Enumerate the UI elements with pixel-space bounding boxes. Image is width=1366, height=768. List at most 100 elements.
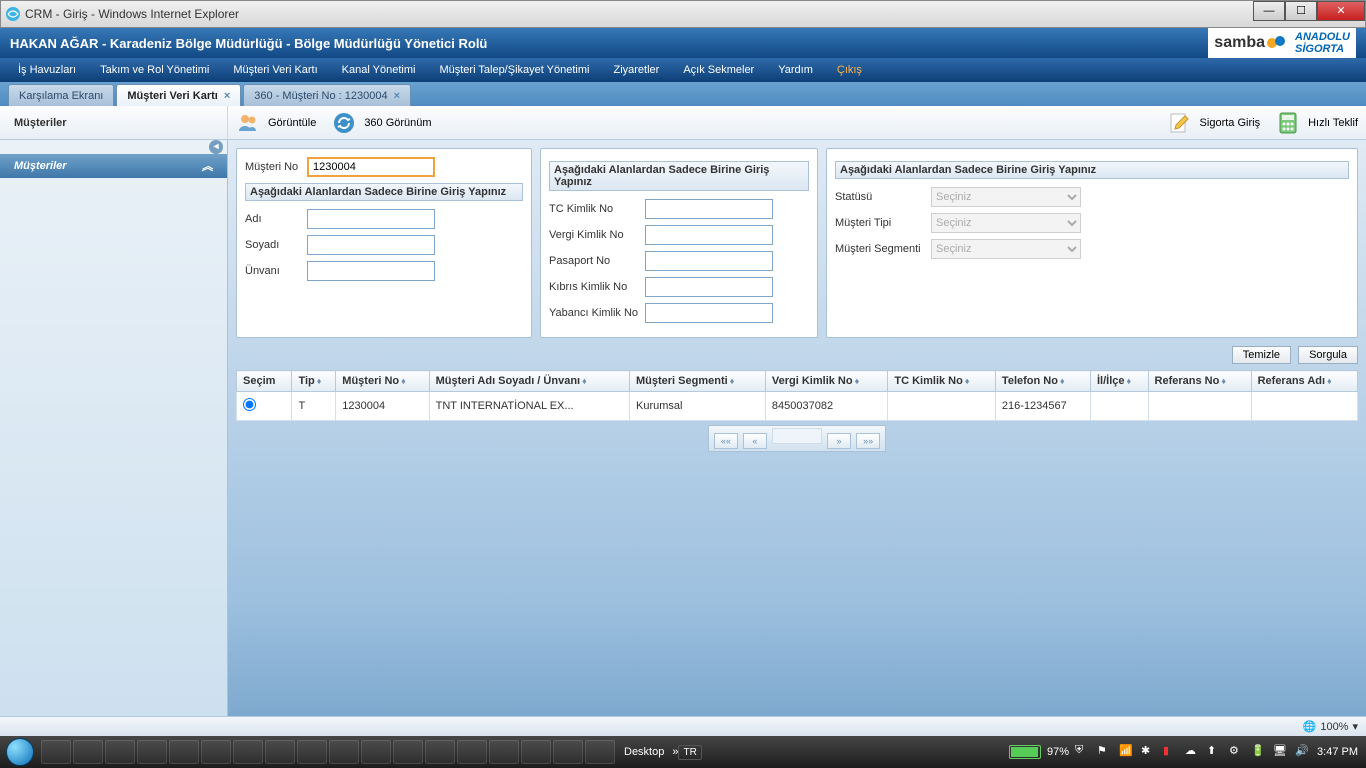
start-button[interactable] — [0, 736, 40, 768]
pager-next[interactable]: » — [827, 433, 851, 449]
task-icon[interactable] — [137, 740, 167, 764]
task-icon[interactable] — [425, 740, 455, 764]
clock[interactable]: 3:47 PM — [1317, 746, 1358, 758]
th-tip[interactable]: Tip♦ — [292, 371, 336, 392]
task-icon[interactable] — [521, 740, 551, 764]
th-ref-no[interactable]: Referans No♦ — [1148, 371, 1251, 392]
tab-musteri-veri-karti[interactable]: Müşteri Veri Kartı× — [116, 84, 241, 106]
vergi-input[interactable] — [645, 225, 773, 245]
tab-close-icon[interactable]: × — [394, 90, 400, 102]
task-icon[interactable] — [265, 740, 295, 764]
tray-icon[interactable]: ⚑ — [1097, 744, 1113, 760]
task-icon[interactable] — [41, 740, 71, 764]
task-icon[interactable] — [329, 740, 359, 764]
task-icon[interactable] — [489, 740, 519, 764]
zoom-level[interactable]: 100% — [1320, 721, 1348, 733]
tc-input[interactable] — [645, 199, 773, 219]
menu-kanal-yonetimi[interactable]: Kanal Yönetimi — [330, 58, 428, 82]
sidebar-collapse-icon[interactable]: ◄ — [209, 140, 223, 154]
task-icon[interactable] — [105, 740, 135, 764]
menu-talep-sikayet[interactable]: Müşteri Talep/Şikayet Yönetimi — [427, 58, 601, 82]
musteri-no-input[interactable] — [307, 157, 435, 177]
musteri-tipi-select[interactable]: Seçiniz — [931, 213, 1081, 233]
pager-last[interactable]: »» — [856, 433, 880, 449]
th-musteri-no[interactable]: Müşteri No♦ — [336, 371, 429, 392]
menu-cikis[interactable]: Çıkış — [825, 58, 874, 82]
task-icon[interactable] — [201, 740, 231, 764]
system-tray: 97% ⛨ ⚑ 📶 ✱ ▮ ☁ ⬆ ⚙ 🔋 🖥 🔊 3:47 PM — [1001, 744, 1366, 760]
th-ref-adi[interactable]: Referans Adı♦ — [1251, 371, 1357, 392]
sigorta-giris-button[interactable]: Sigorta Giriş — [1160, 106, 1269, 139]
tab-karsilama[interactable]: Karşılama Ekranı — [8, 84, 114, 106]
tray-icon[interactable]: ⚙ — [1229, 744, 1245, 760]
th-segment[interactable]: Müşteri Segmenti♦ — [630, 371, 766, 392]
kibris-input[interactable] — [645, 277, 773, 297]
close-button[interactable]: ✕ — [1317, 1, 1365, 21]
speaker-icon[interactable]: 🔊 — [1295, 744, 1311, 760]
menu-takim-rol[interactable]: Takım ve Rol Yönetimi — [88, 58, 221, 82]
soyadi-input[interactable] — [307, 235, 435, 255]
tray-icon[interactable]: ☁ — [1185, 744, 1201, 760]
360-gorunum-button[interactable]: 360 Görünüm — [324, 106, 439, 139]
menu-is-havuzlari[interactable]: İş Havuzları — [6, 58, 88, 82]
tray-icon[interactable]: ⛨ — [1075, 744, 1091, 760]
pager-first[interactable]: «« — [714, 433, 738, 449]
toolbar-section-label: Müşteriler — [0, 106, 228, 139]
tray-icon[interactable]: 🖥 — [1273, 744, 1289, 760]
task-icon[interactable] — [169, 740, 199, 764]
task-icon[interactable] — [393, 740, 423, 764]
cell-secim[interactable] — [237, 392, 292, 421]
temizle-button[interactable]: Temizle — [1232, 346, 1291, 364]
adi-input[interactable] — [307, 209, 435, 229]
menu-ziyaretler[interactable]: Ziyaretler — [601, 58, 671, 82]
sorgula-button[interactable]: Sorgula — [1298, 346, 1358, 364]
maximize-button[interactable]: ☐ — [1285, 1, 1317, 21]
menu-yardim[interactable]: Yardım — [766, 58, 825, 82]
task-icon[interactable] — [457, 740, 487, 764]
zoom-dropdown-icon[interactable]: ▾ — [1352, 720, 1358, 733]
show-desktop-label[interactable]: Desktop — [616, 746, 672, 758]
cell-tel: 216-1234567 — [995, 392, 1090, 421]
hizli-teklif-button[interactable]: Hızlı Teklif — [1268, 106, 1366, 139]
panel-filters: Aşağıdaki Alanlardan Sadece Birine Giriş… — [826, 148, 1358, 338]
table-row[interactable]: T 1230004 TNT INTERNATİONAL EX... Kurums… — [237, 392, 1358, 421]
task-icon[interactable] — [233, 740, 263, 764]
cell-segment: Kurumsal — [630, 392, 766, 421]
th-ad[interactable]: Müşteri Adı Soyadı / Ünvanı♦ — [429, 371, 629, 392]
th-tc[interactable]: TC Kimlik No♦ — [888, 371, 996, 392]
menu-acik-sekmeler[interactable]: Açık Sekmeler — [671, 58, 766, 82]
pager-prev[interactable]: « — [743, 433, 767, 449]
task-icon[interactable] — [361, 740, 391, 764]
tray-icon[interactable]: ▮ — [1163, 744, 1179, 760]
yabanci-input[interactable] — [645, 303, 773, 323]
pasaport-input[interactable] — [645, 251, 773, 271]
tray-icon[interactable]: ✱ — [1141, 744, 1157, 760]
minimize-button[interactable]: — — [1253, 1, 1285, 21]
task-icon[interactable] — [73, 740, 103, 764]
task-icon[interactable] — [553, 740, 583, 764]
tab-close-icon[interactable]: × — [224, 90, 230, 102]
th-vergi[interactable]: Vergi Kimlik No♦ — [765, 371, 887, 392]
calculator-icon — [1276, 111, 1300, 135]
tray-icon[interactable]: 🔋 — [1251, 744, 1267, 760]
statusu-select[interactable]: Seçiniz — [931, 187, 1081, 207]
row-select-radio[interactable] — [243, 398, 256, 411]
musteri-segmenti-select[interactable]: Seçiniz — [931, 239, 1081, 259]
th-secim[interactable]: Seçim — [237, 371, 292, 392]
sidebar-item-musteriler[interactable]: Müşteriler ︽ — [0, 154, 227, 178]
tray-icon[interactable]: ⬆ — [1207, 744, 1223, 760]
unvani-input[interactable] — [307, 261, 435, 281]
cell-musteri-no: 1230004 — [336, 392, 429, 421]
tray-icon[interactable]: 📶 — [1119, 744, 1135, 760]
task-icon[interactable] — [297, 740, 327, 764]
th-tel[interactable]: Telefon No♦ — [995, 371, 1090, 392]
tab-360[interactable]: 360 - Müşteri No : 1230004× — [243, 84, 411, 106]
goruntule-button[interactable]: Görüntüle — [228, 106, 324, 139]
battery-icon[interactable] — [1009, 745, 1041, 759]
language-indicator[interactable]: TR — [678, 745, 701, 760]
menu-musteri-veri-karti[interactable]: Müşteri Veri Kartı — [221, 58, 329, 82]
label-musteri-segmenti: Müşteri Segmenti — [835, 243, 925, 255]
task-icon[interactable] — [585, 740, 615, 764]
th-il[interactable]: İl/İlçe♦ — [1090, 371, 1148, 392]
chevron-up-icon: ︽ — [202, 158, 213, 174]
